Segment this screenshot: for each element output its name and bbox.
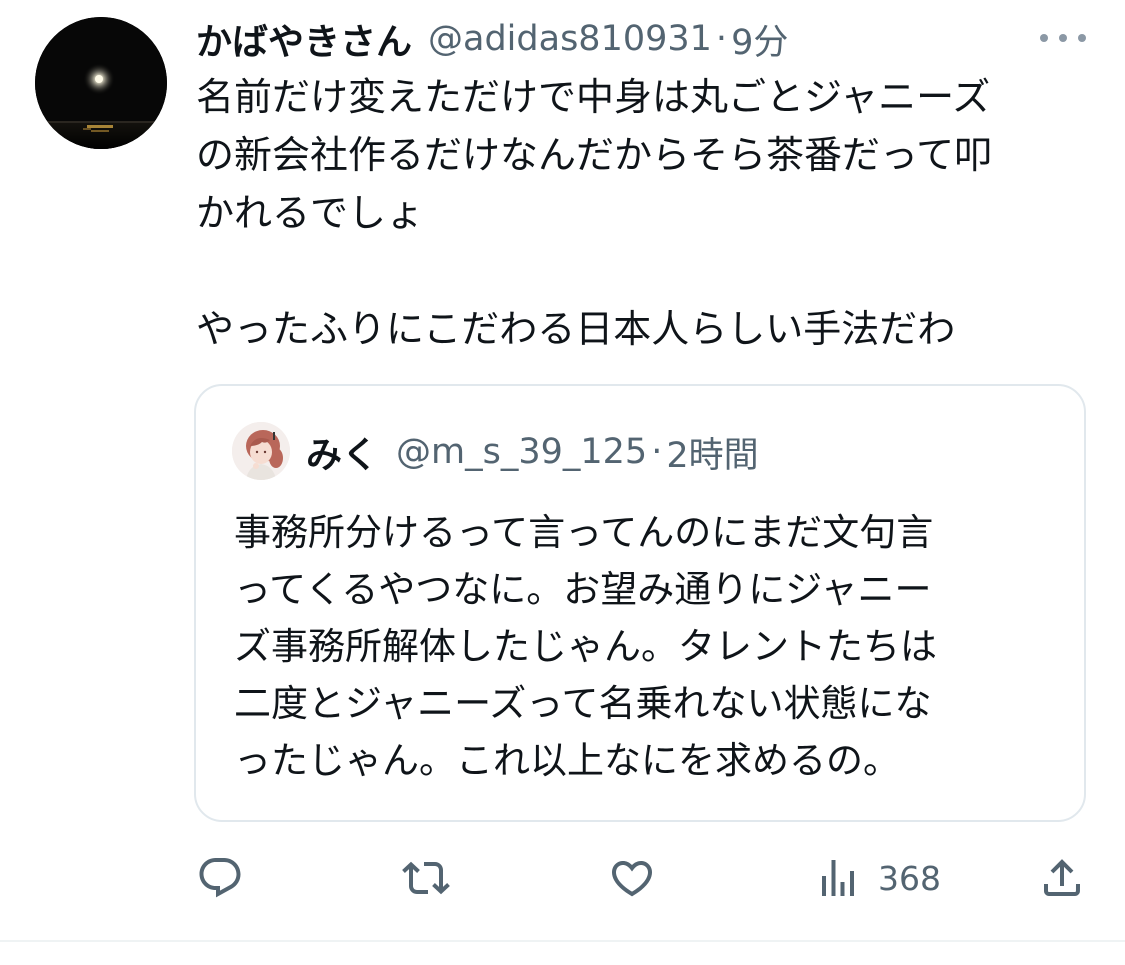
quoted-tweet-timestamp: 2時間	[666, 435, 759, 476]
views-count: 368	[878, 858, 941, 898]
author-handle[interactable]: @adidas810931	[428, 19, 712, 59]
author-avatar[interactable]	[35, 17, 167, 149]
tweet-divider	[0, 940, 1125, 942]
share-icon	[1044, 859, 1080, 896]
tweet-text-blank-line	[196, 242, 1096, 300]
quoted-text-line: ズ事務所解体したじゃん。タレントたちは	[234, 625, 937, 668]
quoted-header-separator: ·	[651, 432, 663, 472]
heart-icon	[611, 861, 653, 897]
header-separator: ·	[715, 19, 728, 59]
quoted-author-display-name: みく	[306, 435, 379, 476]
tweet-header: かばやきさん @adidas810931 · 9分	[196, 14, 788, 64]
quoted-tweet-header: みく @m_s_39_125 · 2時間	[306, 428, 759, 476]
quoted-author-avatar	[232, 422, 290, 480]
illustrated-girl-avatar-icon	[232, 422, 290, 480]
quoted-author-handle: @m_s_39_125	[396, 432, 648, 472]
tweet-body: 名前だけ変えただけで中身は丸ごとジャニーズ の新会社作るだけなんだからそら茶番だ…	[196, 68, 1096, 358]
retweet-button[interactable]	[402, 848, 450, 908]
tweet-text-line: 名前だけ変えただけで中身は丸ごとジャニーズ	[196, 75, 991, 119]
more-options-icon[interactable]	[1040, 28, 1086, 48]
reply-button[interactable]	[196, 848, 244, 908]
tweet-action-bar: 368	[0, 848, 1125, 908]
more-dot	[1059, 34, 1067, 42]
share-button[interactable]	[1038, 848, 1086, 908]
like-button[interactable]	[608, 848, 656, 908]
tweet-text-line: の新会社作るだけなんだからそら茶番だって叩	[196, 133, 993, 177]
quoted-text-line: ってくるやつなに。お望み通りにジャニー	[234, 568, 932, 611]
reply-icon	[199, 858, 241, 898]
quoted-tweet-body: 事務所分けるって言ってんのにまだ文句言 ってくるやつなに。お望み通りにジャニー …	[234, 504, 1074, 789]
author-display-name[interactable]: かばやきさん	[196, 13, 412, 65]
retweet-icon	[402, 861, 450, 895]
tweet-text-line: やったふりにこだわる日本人らしい手法だわ	[196, 307, 956, 351]
tweet-timestamp[interactable]: 9分	[731, 14, 788, 65]
quoted-text-line: ったじゃん。これ以上なにを求めるの。	[234, 739, 900, 782]
quoted-text-line: 事務所分けるって言ってんのにまだ文句言	[234, 511, 934, 554]
quoted-tweet-card[interactable]: みく @m_s_39_125 · 2時間 事務所分けるって言ってんのにまだ文句言…	[194, 384, 1086, 822]
more-dot	[1078, 34, 1086, 42]
tweet-text-line: かれるでしょ	[196, 191, 425, 235]
moon-over-sea-avatar-icon	[35, 17, 167, 149]
views-bar-icon	[822, 860, 854, 896]
more-dot	[1040, 34, 1048, 42]
views-button[interactable]: 368	[814, 848, 941, 908]
quoted-text-line: 二度とジャニーズって名乗れない状態にな	[234, 682, 932, 725]
